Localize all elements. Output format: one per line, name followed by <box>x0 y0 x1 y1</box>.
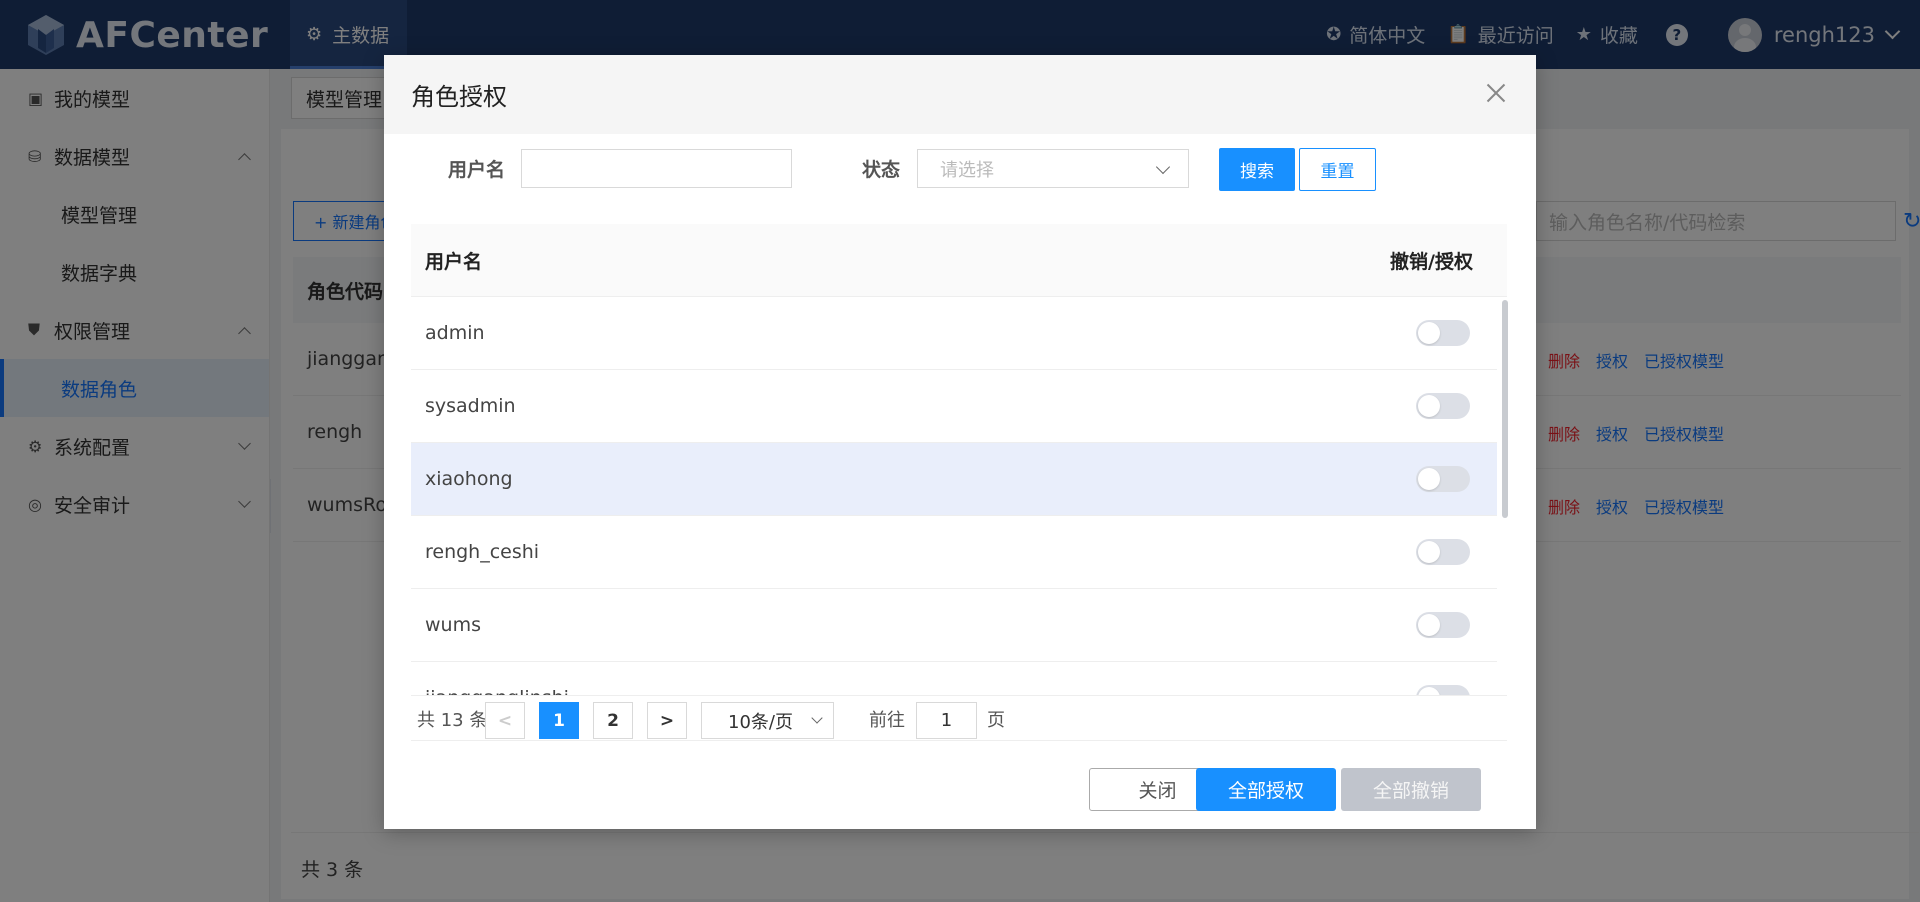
page-1-button[interactable]: 1 <box>539 702 579 739</box>
grant-toggle[interactable] <box>1416 539 1470 565</box>
chevron-down-icon <box>811 712 823 724</box>
page-2-button[interactable]: 2 <box>593 702 633 739</box>
user-name: admin <box>425 322 485 344</box>
pagination: 共 13 条 < 1 2 > 10条/页 前往 1 页 <box>411 695 1507 741</box>
chevron-down-icon <box>1155 159 1171 175</box>
table-row: rengh_ceshi <box>411 516 1497 589</box>
user-name: wums <box>425 614 481 636</box>
grant-toggle[interactable] <box>1416 466 1470 492</box>
status-placeholder: 请选择 <box>940 159 994 181</box>
user-table: 用户名 撤销/授权 admin sysadmin xiaohong rengh_… <box>411 224 1507 695</box>
table-row: sysadmin <box>411 370 1497 443</box>
user-name: rengh_ceshi <box>425 541 540 563</box>
table-row: jiangganglinshi <box>411 662 1497 695</box>
close-icon[interactable] <box>1482 79 1510 107</box>
role-authorization-dialog: 角色授权 用户名 状态 请选择 搜索 重置 用户名 撤销/授权 admin sy… <box>384 55 1536 829</box>
user-name: xiaohong <box>425 468 513 490</box>
table-row: admin <box>411 297 1497 370</box>
username-filter-label: 用户名 <box>448 159 506 181</box>
grant-all-button[interactable]: 全部授权 <box>1196 768 1336 811</box>
dialog-title: 角色授权 <box>411 83 507 111</box>
status-select[interactable]: 请选择 <box>917 149 1189 188</box>
column-revoke-grant: 撤销/授权 <box>1390 250 1473 273</box>
table-row: xiaohong <box>411 443 1497 516</box>
page-size-select[interactable]: 10条/页 <box>701 702 834 739</box>
grant-toggle[interactable] <box>1416 320 1470 346</box>
table-scrollbar[interactable] <box>1502 300 1508 518</box>
pagination-total: 共 13 条 <box>417 710 488 731</box>
search-button[interactable]: 搜索 <box>1219 148 1295 191</box>
goto-page-input[interactable]: 1 <box>916 702 977 739</box>
column-username: 用户名 <box>425 250 483 273</box>
page-size-value: 10条/页 <box>728 711 793 733</box>
username-filter-input[interactable] <box>521 149 792 188</box>
user-name: jiangganglinshi <box>425 687 569 695</box>
goto-label: 前往 <box>869 710 905 731</box>
next-page-button[interactable]: > <box>647 702 687 739</box>
status-filter-label: 状态 <box>862 159 901 181</box>
grant-toggle[interactable] <box>1416 685 1470 695</box>
grant-toggle[interactable] <box>1416 612 1470 638</box>
dialog-header: 角色授权 <box>384 55 1536 134</box>
table-header: 用户名 撤销/授权 <box>411 224 1507 297</box>
prev-page-button[interactable]: < <box>485 702 525 739</box>
reset-button[interactable]: 重置 <box>1299 148 1376 191</box>
revoke-all-button[interactable]: 全部撤销 <box>1341 768 1481 811</box>
user-name: sysadmin <box>425 395 516 417</box>
page-unit-label: 页 <box>987 710 1005 731</box>
table-row: wums <box>411 589 1497 662</box>
grant-toggle[interactable] <box>1416 393 1470 419</box>
